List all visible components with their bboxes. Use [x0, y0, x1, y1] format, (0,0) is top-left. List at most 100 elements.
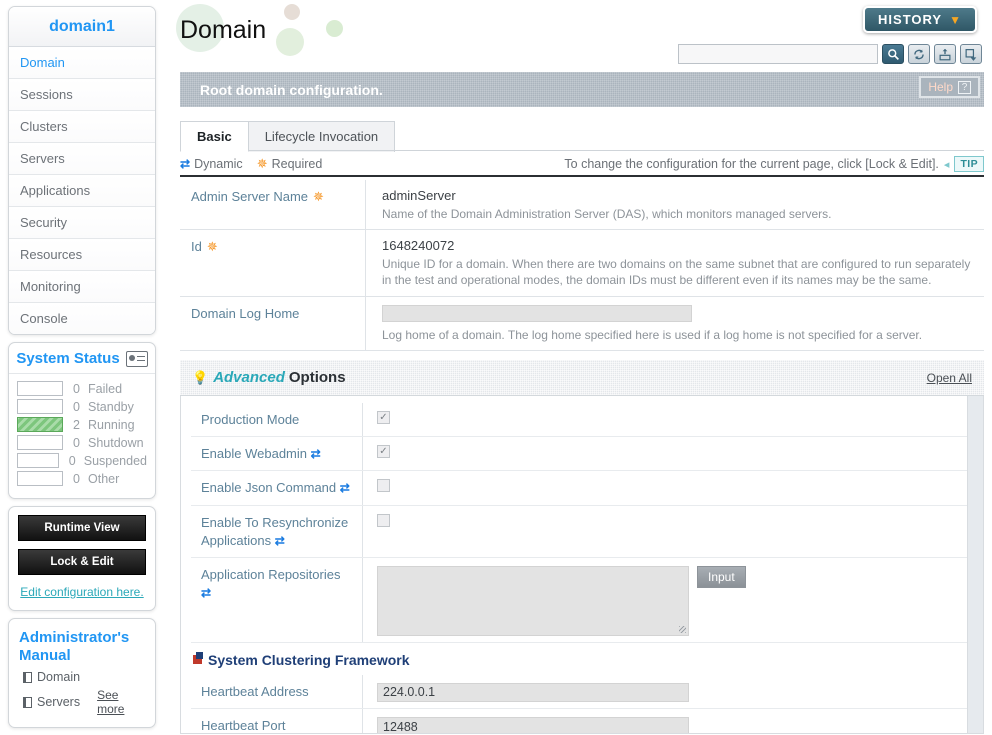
- checkbox-label: Enable Json Command ⇄: [191, 471, 363, 505]
- dynamic-icon: ⇄: [310, 447, 321, 462]
- text-input[interactable]: [382, 304, 692, 322]
- dynamic-icon: ⇄: [180, 157, 191, 171]
- status-bar: [17, 417, 63, 432]
- scrollbar[interactable]: [967, 396, 983, 733]
- checkbox[interactable]: ✓: [377, 445, 390, 459]
- status-count: 0: [73, 471, 80, 486]
- book-icon: [23, 671, 32, 683]
- field-label-text: Id: [191, 239, 202, 255]
- tip-area: To change the configuration for the curr…: [564, 156, 984, 172]
- asterisk-icon: ✵: [206, 239, 218, 255]
- status-bar: [17, 471, 63, 486]
- field-label: Id ✵: [180, 230, 366, 296]
- advanced-row: Application Repositories ⇄ Input: [191, 557, 967, 643]
- sidebar-item-security[interactable]: Security: [9, 207, 155, 239]
- text-input[interactable]: 12488: [377, 717, 689, 733]
- field-value-cell: Log home of a domain. The log home speci…: [366, 297, 984, 350]
- tab-bar: Basic Lifecycle Invocation: [180, 121, 396, 152]
- page-title: Domain: [180, 16, 267, 44]
- checkbox[interactable]: [377, 513, 390, 527]
- form-row: Admin Server Name ✵ adminServer Name of the…: [180, 180, 984, 231]
- form-row: Domain Log Home Log home of a domain. The…: [180, 296, 984, 351]
- clustering-label-text: Heartbeat Address: [201, 683, 309, 699]
- clustering-field-cell: 12488: [363, 709, 967, 733]
- checkbox-cell: ✓: [363, 437, 967, 470]
- sidebar-item-domain[interactable]: Domain: [9, 47, 155, 79]
- manual-link-domain[interactable]: Domain: [9, 668, 155, 686]
- lock-and-edit-button[interactable]: Lock & Edit: [18, 549, 146, 575]
- tab-basic[interactable]: Basic: [180, 121, 249, 152]
- clustering-title-text: System Clustering Framework: [208, 651, 410, 668]
- decor-circle: [276, 28, 304, 56]
- sidebar-item-servers[interactable]: Servers: [9, 143, 155, 175]
- sidebar-nav-panel: domain1 Domain Sessions Clusters Servers App…: [8, 6, 156, 335]
- sidebar-item-applications[interactable]: Applications: [9, 175, 155, 207]
- runtime-view-button[interactable]: Runtime View: [18, 515, 146, 541]
- input-button[interactable]: Input: [697, 565, 746, 588]
- checkbox[interactable]: ✓: [377, 411, 390, 424]
- repositories-label: Application Repositories ⇄: [191, 557, 363, 642]
- text-input[interactable]: 224.0.0.1: [377, 682, 689, 702]
- status-label: Running: [88, 417, 135, 432]
- field-value-cell: 1648240072 Unique ID for a domain. When t…: [366, 230, 984, 295]
- see-more-link[interactable]: See more: [97, 688, 145, 716]
- options-label: Options: [288, 369, 346, 386]
- advanced-row: Enable Webadmin ⇄ ✓: [191, 437, 967, 472]
- decor-circle: [284, 4, 300, 20]
- field-label-text: Domain Log Home: [191, 305, 300, 321]
- status-row: 0 Failed: [17, 381, 147, 396]
- status-count: 0: [73, 381, 80, 396]
- sidebar-item-sessions[interactable]: Sessions: [9, 79, 155, 111]
- asterisk-icon: ✵: [256, 156, 268, 171]
- checkbox[interactable]: [377, 479, 390, 493]
- sidebar: domain1 Domain Sessions Clusters Servers App…: [8, 6, 156, 735]
- status-count: 2: [73, 417, 80, 432]
- advanced-options-header: 💡 Advanced Options Open All: [180, 360, 984, 396]
- system-status-title: System Status: [16, 350, 120, 367]
- monitor-icon[interactable]: [125, 350, 148, 367]
- sidebar-item-console[interactable]: Console: [9, 303, 155, 334]
- dynamic-icon: ⇄: [201, 586, 212, 601]
- status-row: 0 Standby: [17, 399, 147, 414]
- checkbox-label-text: Production Mode: [201, 412, 300, 427]
- main-content: Domain Root domain configuration. Help ?…: [166, 0, 992, 734]
- advanced-label: Advanced: [213, 369, 285, 386]
- repositories-label-text: Application Repositories: [201, 566, 341, 582]
- checkbox-label: Enable To Resynchronize Applications ⇄: [191, 505, 363, 557]
- checkbox-label: Production Mode: [191, 403, 363, 437]
- open-all-link[interactable]: Open All: [927, 371, 972, 385]
- legend-row: ⇄ Dynamic ✵ Required To change the confi…: [180, 153, 984, 177]
- legend-dynamic: ⇄ Dynamic: [180, 157, 243, 171]
- status-row: 0 Suspended: [17, 453, 147, 468]
- checkbox-label-text: Enable Webadmin: [201, 446, 307, 462]
- status-label: Standby: [88, 399, 134, 414]
- clustering-section-title: System Clustering Framework: [191, 643, 967, 675]
- manual-title: Administrator's Manual: [19, 629, 130, 665]
- status-row: 2 Running: [17, 417, 147, 432]
- edit-configuration-link[interactable]: Edit configuration here.: [9, 583, 155, 610]
- sidebar-item-monitoring[interactable]: Monitoring: [9, 271, 155, 303]
- app-root: domain1 Domain Sessions Clusters Servers App…: [0, 0, 992, 734]
- checkbox-label: Enable Webadmin ⇄: [191, 437, 363, 471]
- manual-link-servers[interactable]: Servers See more: [9, 686, 155, 718]
- field-value: adminServer: [382, 188, 456, 203]
- field-description: Name of the Domain Administration Server…: [382, 207, 832, 221]
- manual-link-label: Servers: [37, 695, 81, 710]
- advanced-row: Heartbeat Port 12488: [191, 709, 967, 733]
- sidebar-item-resources[interactable]: Resources: [9, 239, 155, 271]
- system-status-header: System Status: [9, 343, 155, 374]
- tab-lifecycle-invocation[interactable]: Lifecycle Invocation: [247, 121, 396, 152]
- field-value-cell: adminServer Name of the Domain Administra…: [366, 180, 984, 229]
- help-button[interactable]: Help ?: [919, 76, 980, 98]
- legend-required-label: Required: [271, 157, 323, 171]
- question-mark-icon: ?: [958, 80, 971, 94]
- status-row: 0 Other: [17, 471, 147, 486]
- repositories-textarea[interactable]: [377, 565, 689, 636]
- status-label: Suspended: [83, 453, 147, 468]
- field-description: Unique ID for a domain. When there are t…: [382, 257, 971, 288]
- administrators-manual-panel: Administrator's Manual Domain Servers Se…: [8, 618, 156, 729]
- sidebar-item-clusters[interactable]: Clusters: [9, 111, 155, 143]
- advanced-row: Production Mode ✓: [191, 403, 967, 438]
- status-count: 0: [68, 453, 76, 468]
- field-description: Log home of a domain. The log home speci…: [382, 327, 923, 342]
